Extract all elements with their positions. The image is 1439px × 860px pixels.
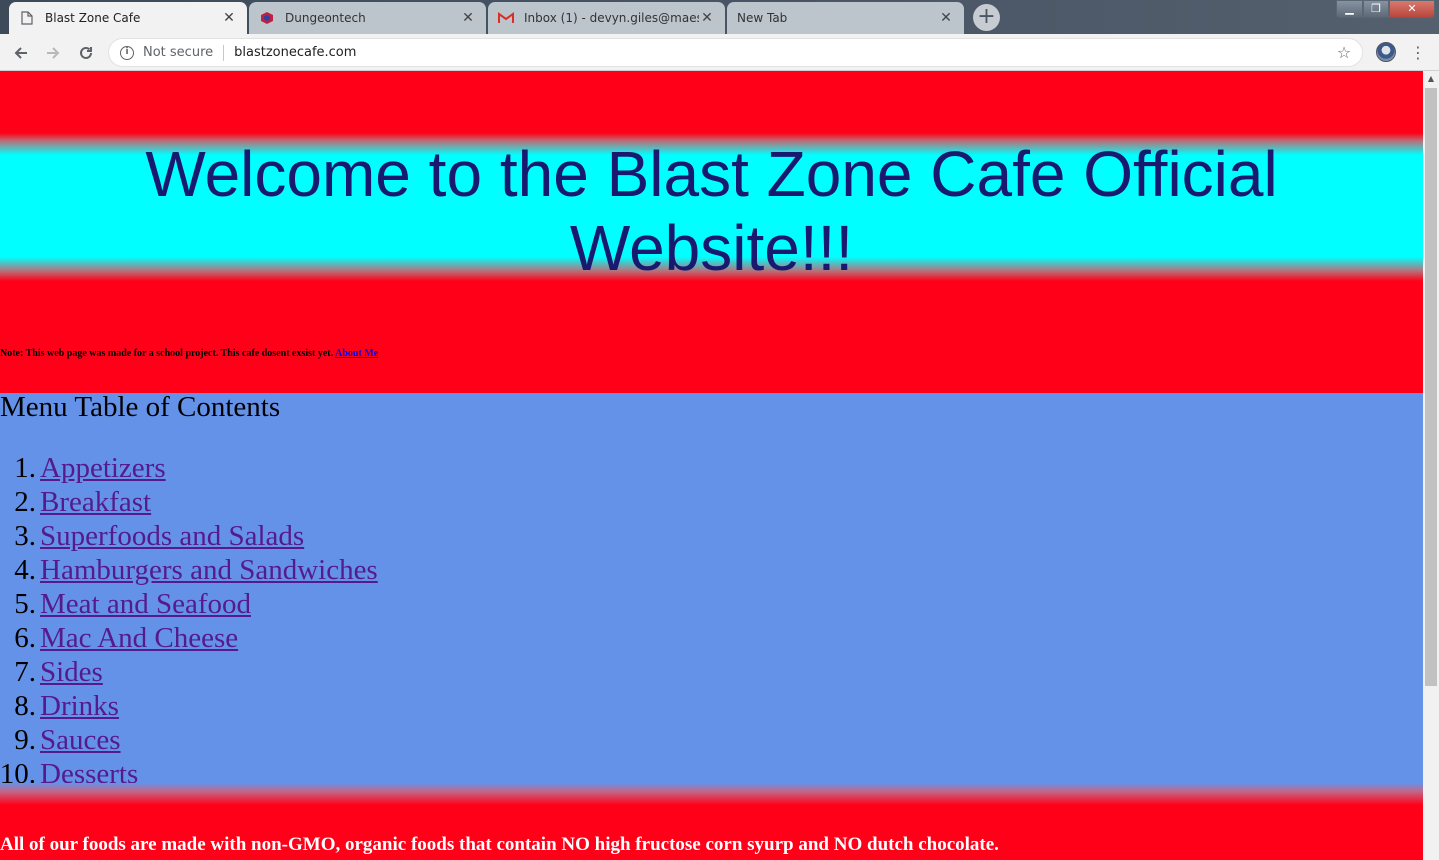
menu-item-number: 8.	[14, 690, 36, 722]
close-tab-icon[interactable]: ✕	[699, 10, 715, 26]
footer-band: All of our foods are made with non-GMO, …	[0, 783, 1423, 860]
menu-item-number: 2.	[14, 486, 36, 518]
note-text: Note: This web page was made for a schoo…	[0, 348, 334, 359]
menu-item-link[interactable]: Sauces	[40, 723, 121, 757]
menu-item-number: 9.	[14, 724, 36, 756]
window-controls: ▁ ❐ ✕	[1336, 0, 1435, 20]
omnibox-divider	[223, 44, 225, 61]
close-window-button[interactable]: ✕	[1389, 0, 1435, 18]
url-text[interactable]: blastzonecafe.com	[234, 45, 1334, 60]
tab-title: Inbox (1) - devyn.giles@maeserp	[524, 11, 699, 25]
menu-item-number: 1.	[14, 452, 36, 484]
info-icon[interactable]: i	[120, 45, 134, 60]
browser-toolbar: i Not secure blastzonecafe.com ☆ ⋮	[0, 34, 1439, 71]
menu-table-of-contents: Menu Table of Contents 1. Appetizers 2. Bre…	[0, 393, 1423, 793]
forward-arrow-icon	[47, 47, 60, 59]
bookmark-star-icon[interactable]: ☆	[1334, 43, 1354, 62]
tab-gmail-inbox[interactable]: Inbox (1) - devyn.giles@maeserp ✕	[488, 2, 725, 34]
menu-item-link[interactable]: Superfoods and Salads	[40, 519, 304, 553]
menu-item-number: 5.	[14, 588, 36, 620]
forward-button[interactable]	[41, 41, 65, 65]
tab-new-tab[interactable]: New Tab ✕	[727, 2, 964, 34]
browser-menu-icon[interactable]: ⋮	[1410, 41, 1426, 65]
tab-title: New Tab	[737, 11, 788, 25]
tab-title: Dungeontech	[285, 11, 366, 25]
page-viewport: Welcome to the Blast Zone Cafe Official …	[0, 71, 1423, 860]
menu-heading: Menu Table of Contents	[0, 391, 281, 423]
tab-dungeontech[interactable]: Dungeontech ✕	[249, 2, 486, 34]
menu-item-link[interactable]: Breakfast	[40, 485, 151, 519]
gmail-icon	[498, 10, 514, 26]
menu-item-number: 3.	[14, 520, 36, 552]
scroll-up-icon[interactable]: ▲	[1423, 71, 1439, 87]
reload-button[interactable]	[74, 41, 98, 65]
menu-item-number: 4.	[14, 554, 36, 586]
close-tab-icon[interactable]: ✕	[221, 10, 237, 26]
back-button[interactable]	[9, 41, 33, 65]
new-tab-button[interactable]: +	[973, 4, 1000, 31]
menu-item-number: 7.	[14, 656, 36, 688]
page-scrollbar[interactable]: ▲	[1423, 71, 1439, 860]
scrollbar-thumb[interactable]	[1425, 88, 1437, 686]
page-icon	[19, 10, 35, 26]
page-title: Welcome to the Blast Zone Cafe Official …	[145, 138, 1278, 284]
menu-item-link[interactable]: Mac And Cheese	[40, 621, 238, 655]
menu-item-link[interactable]: Appetizers	[40, 451, 166, 485]
close-tab-icon[interactable]: ✕	[938, 10, 954, 26]
dungeontech-icon	[259, 10, 275, 26]
maximize-window-button[interactable]: ❐	[1363, 0, 1389, 18]
close-tab-icon[interactable]: ✕	[460, 10, 476, 26]
tab-title: Blast Zone Cafe	[45, 11, 141, 25]
header-banner: Welcome to the Blast Zone Cafe Official …	[0, 71, 1423, 397]
school-project-note: Note: This web page was made for a schoo…	[0, 348, 378, 359]
menu-item-link[interactable]: Hamburgers and Sandwiches	[40, 553, 378, 587]
ingredients-note: All of our foods are made with non-GMO, …	[0, 834, 999, 855]
profile-avatar[interactable]	[1376, 42, 1396, 62]
address-bar[interactable]: i Not secure blastzonecafe.com ☆	[108, 38, 1363, 67]
tab-blast-zone-cafe[interactable]: Blast Zone Cafe ✕	[9, 2, 247, 34]
minimize-window-button[interactable]: ▁	[1336, 0, 1363, 18]
back-arrow-icon	[14, 47, 27, 59]
menu-item-link[interactable]: Drinks	[40, 689, 119, 723]
menu-item-link[interactable]: Sides	[40, 655, 103, 689]
reload-icon	[80, 46, 92, 59]
security-label: Not secure	[143, 45, 214, 60]
menu-item-number: 6.	[14, 622, 36, 654]
menu-item-link[interactable]: Meat and Seafood	[40, 587, 251, 621]
about-me-link[interactable]: About Me	[335, 348, 378, 359]
browser-tab-strip: Blast Zone Cafe ✕ Dungeontech ✕ Inbox (1…	[0, 0, 1439, 34]
